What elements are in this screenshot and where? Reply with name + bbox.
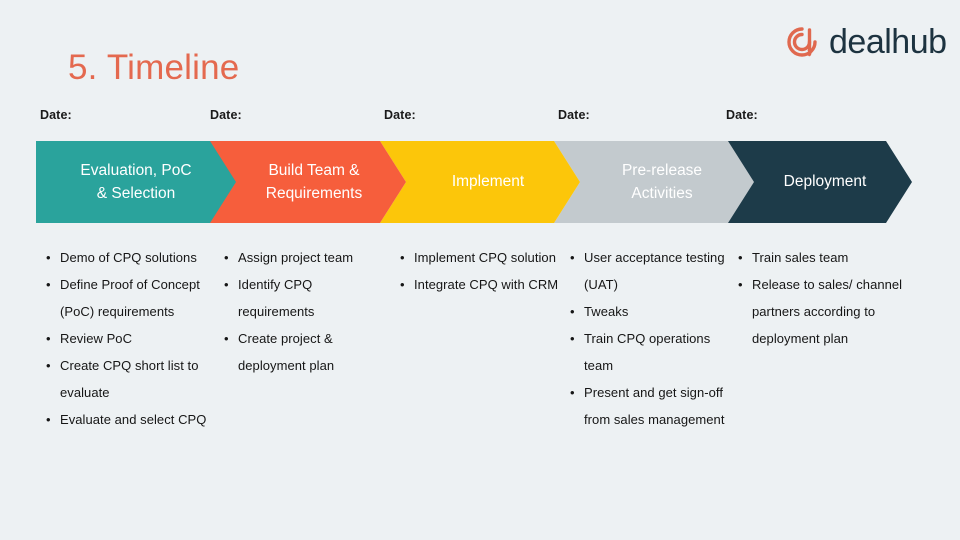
timeline-stage-label: Implement [452,170,524,193]
brand-wordmark: dealhub [829,23,947,61]
stage-label-line1: Build Team & [268,161,360,179]
stage-label-line1: Deployment [783,173,867,191]
timeline-stage-label: Deployment [784,170,867,193]
timeline-stage-1[interactable]: Evaluation, PoC & Selection [36,141,236,223]
detail-column-5: Train sales teamRelease to sales/ channe… [738,244,903,352]
list-item: Train CPQ operations team [570,325,730,379]
dealhub-circle-d-icon [787,27,817,57]
list-item: Create CPQ short list to evaluate [46,352,216,406]
stage-label-line1: Evaluation, PoC [80,161,192,179]
timeline-stage-label: Build Team & Requirements [266,159,363,206]
list-item: User acceptance testing (UAT) [570,244,730,298]
page-title: 5. Timeline [68,48,240,87]
list-item: Release to sales/ channel partners accor… [738,271,903,352]
timeline-detail-columns: Demo of CPQ solutionsDefine Proof of Con… [0,244,960,524]
timeline-stage-4[interactable]: Pre-release Activities [554,141,754,223]
detail-list: Assign project teamIdentify CPQ requirem… [224,244,389,379]
stage-label-line1: Pre-release [621,161,703,179]
list-item: Demo of CPQ solutions [46,244,216,271]
timeline-stage-2[interactable]: Build Team & Requirements [206,141,406,223]
stage-label-line2: & Selection [96,185,176,202]
date-label-1: Date: [40,108,72,122]
list-item: Define Proof of Concept (PoC) requiremen… [46,271,216,325]
list-item: Create project & deployment plan [224,325,389,379]
date-label-3: Date: [384,108,416,122]
detail-column-4: User acceptance testing (UAT)TweaksTrain… [570,244,730,433]
timeline-stage-label: Evaluation, PoC & Selection [80,159,191,206]
date-label-4: Date: [558,108,590,122]
detail-column-1: Demo of CPQ solutionsDefine Proof of Con… [46,244,216,433]
list-item: Evaluate and select CPQ [46,406,216,433]
detail-list: User acceptance testing (UAT)TweaksTrain… [570,244,730,433]
list-item: Identify CPQ requirements [224,271,389,325]
date-label-row: Date: Date: Date: Date: Date: [36,108,926,128]
detail-list: Train sales teamRelease to sales/ channe… [738,244,903,352]
list-item: Train sales team [738,244,903,271]
stage-label-line2: Requirements [265,185,363,202]
stage-label-line2: Activities [631,185,693,202]
list-item: Tweaks [570,298,730,325]
brand-logo: dealhub [782,22,947,62]
date-label-2: Date: [210,108,242,122]
detail-column-2: Assign project teamIdentify CPQ requirem… [224,244,389,379]
list-item: Review PoC [46,325,216,352]
list-item: Assign project team [224,244,389,271]
stage-label-line1: Implement [451,173,525,191]
date-label-5: Date: [726,108,758,122]
timeline-stage-3[interactable]: Implement [380,141,580,223]
detail-list: Implement CPQ solutionIntegrate CPQ with… [400,244,560,298]
timeline-stage-label: Pre-release Activities [622,159,702,206]
list-item: Integrate CPQ with CRM [400,271,560,298]
list-item: Present and get sign-off from sales mana… [570,379,730,433]
timeline-stage-band: Evaluation, PoC & Selection Build Team & Re… [0,141,960,223]
detail-column-3: Implement CPQ solutionIntegrate CPQ with… [400,244,560,298]
detail-list: Demo of CPQ solutionsDefine Proof of Con… [46,244,216,433]
list-item: Implement CPQ solution [400,244,560,271]
